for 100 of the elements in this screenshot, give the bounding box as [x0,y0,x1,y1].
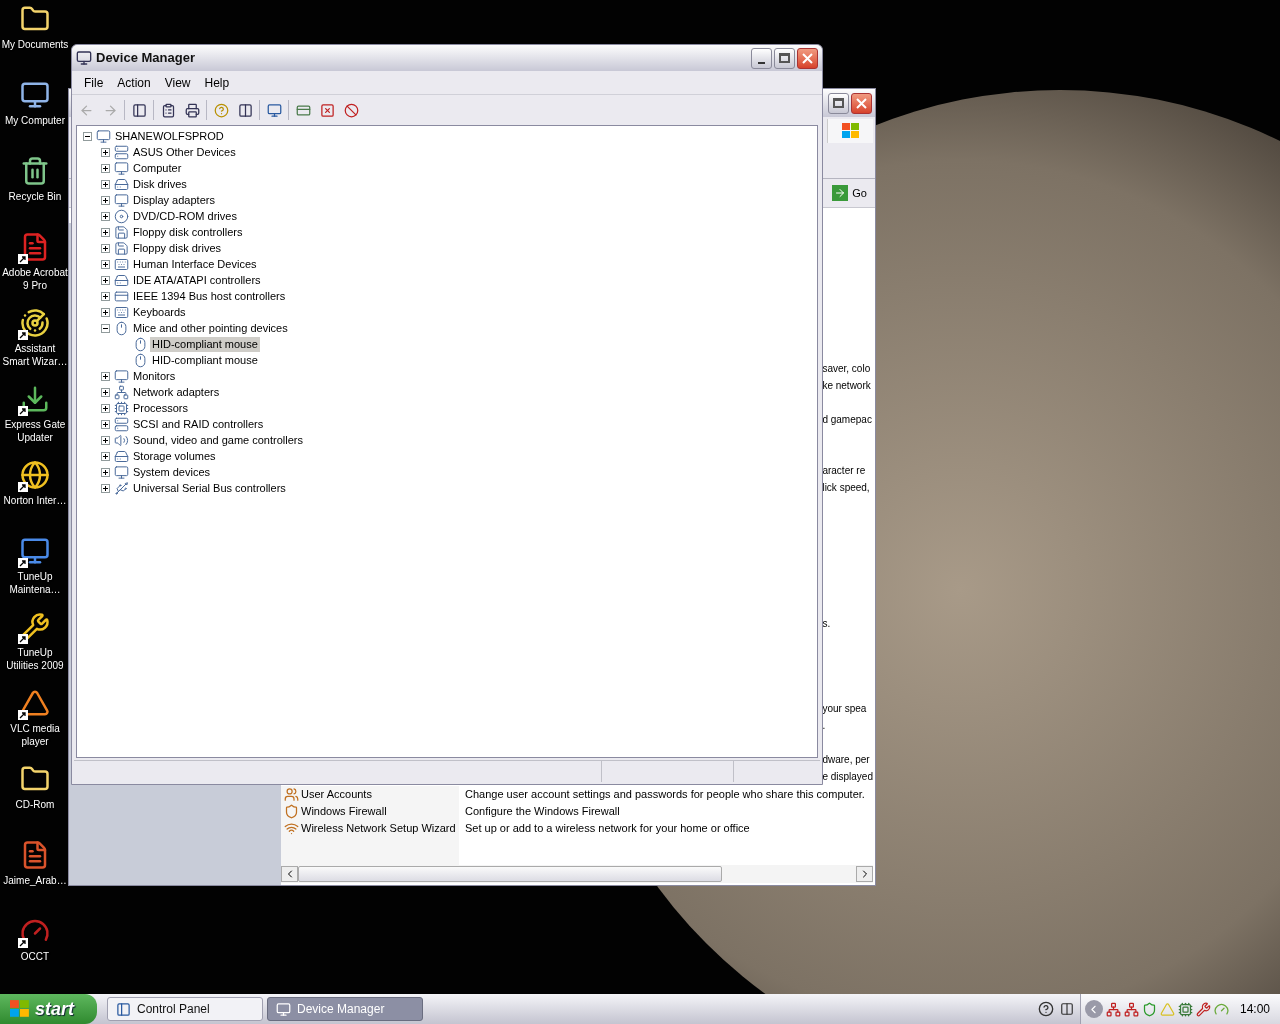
shortcut-arrow-icon [18,482,28,492]
desktop-icon-label[interactable]: My Documents [1,38,69,51]
tree-item[interactable]: Sound, video and game controllers [131,432,305,448]
expander-icon[interactable] [101,147,110,157]
usb-icon [114,480,129,496]
tree-item[interactable]: IEEE 1394 Bus host controllers [131,288,288,304]
expander-icon[interactable] [101,435,110,445]
expander-icon[interactable] [101,275,110,285]
tree-item[interactable]: System devices [131,464,213,480]
expander-icon[interactable] [101,387,110,397]
expander-icon[interactable] [101,403,110,413]
tree-item[interactable]: Human Interface Devices [131,256,259,272]
network-icon[interactable] [1123,1001,1139,1017]
tree-item[interactable]: IDE ATA/ATAPI controllers [131,272,263,288]
desktop-icon-label[interactable]: CD-Rom [15,798,55,811]
tree-item[interactable]: Universal Serial Bus controllers [131,480,288,496]
tree-item[interactable]: Keyboards [131,304,188,320]
computer-icon[interactable] [20,80,50,110]
tree-item[interactable]: Floppy disk controllers [131,224,245,240]
expander-icon[interactable] [101,179,110,189]
maximize-button[interactable] [774,47,795,69]
disc-icon [114,208,129,224]
mouse-icon [133,336,148,352]
shield-icon [284,804,299,819]
desktop-icon-label[interactable]: OCCT [20,950,50,963]
desktop-icon-label[interactable]: Express Gate Updater [0,418,70,444]
close-button[interactable] [851,92,872,114]
taskbar-button[interactable]: Control Panel [107,997,263,1021]
text-fragment: d gamepac [822,413,872,427]
expander-icon[interactable] [83,131,92,141]
shortcut-arrow-icon [18,938,28,948]
tree-item[interactable]: SCSI and RAID controllers [131,416,266,432]
tree-item[interactable]: Computer [131,160,184,176]
minimize-button[interactable] [751,47,772,69]
expander-icon[interactable] [101,211,110,221]
globe-icon[interactable] [20,460,50,490]
expander-icon[interactable] [101,307,110,317]
tree-item[interactable]: DVD/CD-ROM drives [131,208,239,224]
close-button[interactable] [797,47,818,69]
desktop-icon-label[interactable]: TuneUp Utilities 2009 [0,646,70,672]
maximize-button[interactable] [828,92,849,114]
tree-item[interactable]: SHANEWOLFSPROD [113,128,226,144]
tree-item[interactable]: Network adapters [131,384,222,400]
radar-icon[interactable] [20,308,50,338]
menu-item[interactable]: View [158,73,197,92]
chip-icon[interactable] [1177,1001,1193,1017]
drive-icon [114,272,129,288]
tree-item[interactable]: Mice and other pointing devices [131,320,290,336]
users-icon [284,787,299,802]
tree-item[interactable]: HID-compliant mouse [150,336,260,352]
desktop-icon-label[interactable]: Assistant Smart Wizar… [0,342,70,368]
desktop-icon-label[interactable]: VLC media player [0,722,70,748]
network-icon[interactable] [1105,1001,1121,1017]
desktop-icon-label[interactable]: Adobe Acrobat 9 Pro [0,266,70,292]
floppy-icon [114,224,129,240]
shield-icon[interactable] [1141,1001,1157,1017]
help-icon[interactable] [1037,1001,1054,1017]
tree-item[interactable]: Floppy disk drives [131,240,224,256]
keyboard-icon [114,256,129,272]
tree-item[interactable]: Storage volumes [131,448,218,464]
tree-item[interactable]: HID-compliant mouse [150,352,260,368]
expander-icon[interactable] [101,451,110,461]
expander-icon[interactable] [101,291,110,301]
tree-item[interactable]: ASUS Other Devices [131,144,238,160]
keyboard-icon [114,304,129,320]
monitor-icon[interactable] [20,536,50,566]
expander-icon[interactable] [101,323,110,333]
speaker-icon [114,432,129,448]
desktop-icon-label[interactable]: Jaime_Arab… [3,874,67,887]
desktop-icon-label[interactable]: TuneUp Maintena… [0,570,70,596]
horizontal-scrollbar[interactable] [281,865,873,883]
restore-icon[interactable] [1059,1002,1074,1016]
expander-icon[interactable] [101,371,110,381]
desktop-icon-label[interactable]: My Computer [5,114,65,127]
expander-icon[interactable] [101,483,110,493]
menu-item[interactable]: File [78,73,110,92]
expander-icon[interactable] [101,259,110,269]
tree-item[interactable]: Monitors [131,368,178,384]
expander-icon[interactable] [101,243,110,253]
tree-item[interactable]: Display adapters [131,192,217,208]
expander-icon[interactable] [101,163,110,173]
recycle-bin-icon[interactable] [20,156,50,186]
text-fragment: saver, colo [822,362,871,376]
expander-icon[interactable] [101,227,110,237]
list-item-description: Configure the Windows Firewall [464,804,620,820]
desktop-icon-label[interactable]: Recycle Bin [8,190,62,203]
desktop-icon-label[interactable]: Norton Inter… [3,494,67,507]
tree-item[interactable]: Disk drives [131,176,189,192]
go-button[interactable]: Go [832,184,871,202]
expander-icon[interactable] [101,195,110,205]
download-icon[interactable] [20,384,50,414]
wrench-icon[interactable] [20,612,50,642]
scroll-thumb[interactable] [298,866,722,882]
menu-item[interactable]: Help [198,73,236,92]
expander-icon[interactable] [101,419,110,429]
menu-item[interactable]: Action [111,73,157,92]
text-fragment: your spea [822,702,867,716]
expander-icon[interactable] [101,467,110,477]
tree-item[interactable]: Processors [131,400,191,416]
shortcut-arrow-icon [18,330,28,340]
